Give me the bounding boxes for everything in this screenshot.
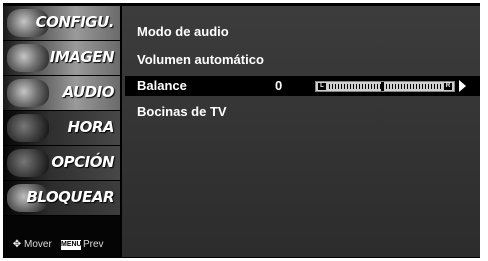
- slider-right-label: R: [444, 83, 452, 90]
- balance-slider[interactable]: L R: [315, 81, 455, 92]
- balance-label: Balance: [137, 78, 187, 93]
- balance-value: 0: [275, 78, 283, 93]
- tab-label: AUDIO: [62, 83, 115, 101]
- tab-label: BLOQUEAR: [26, 188, 114, 206]
- key-hints: ✥ Mover MENU Prev: [3, 238, 120, 254]
- film-art-icon: [7, 44, 49, 72]
- navigation-arrows-icon: ✥: [12, 239, 22, 250]
- tab-label: HORA: [67, 118, 115, 136]
- prev-hint: Prev: [83, 239, 104, 250]
- clock-art-icon: [7, 114, 49, 142]
- tab-audio[interactable]: AUDIO: [3, 76, 120, 111]
- tab-configu[interactable]: CONFIGU.: [3, 6, 120, 41]
- speaker-art-icon: [7, 79, 49, 107]
- menu-key-icon: MENU: [61, 240, 82, 250]
- menu-item-modo-de-audio[interactable]: Modo de audio: [137, 24, 229, 39]
- option-art-icon: [7, 149, 49, 177]
- menu-item-bocinas-de-tv[interactable]: Bocinas de TV: [137, 104, 227, 119]
- arrow-right-icon[interactable]: [459, 80, 466, 92]
- slider-handle[interactable]: [381, 82, 384, 91]
- tab-label: IMAGEN: [49, 48, 115, 66]
- menu-item-balance[interactable]: Balance 0 L R: [125, 76, 480, 96]
- tab-opcion[interactable]: OPCIÓN: [3, 146, 120, 181]
- slider-left-label: L: [318, 83, 326, 90]
- tab-label: OPCIÓN: [51, 153, 114, 171]
- slider-ticks: [329, 84, 441, 89]
- tab-hora[interactable]: HORA: [3, 111, 120, 146]
- tab-bloquear[interactable]: BLOQUEAR: [3, 181, 120, 216]
- sidebar: CONFIGU. IMAGEN AUDIO HORA OPCIÓN BLOQUE…: [3, 6, 120, 257]
- tab-imagen[interactable]: IMAGEN: [3, 41, 120, 76]
- move-hint: Mover: [24, 239, 52, 250]
- audio-menu-panel: Modo de audio Volumen automático Balance…: [122, 6, 480, 257]
- tab-label: CONFIGU.: [35, 13, 115, 31]
- menu-item-volumen-automatico[interactable]: Volumen automático: [137, 52, 264, 67]
